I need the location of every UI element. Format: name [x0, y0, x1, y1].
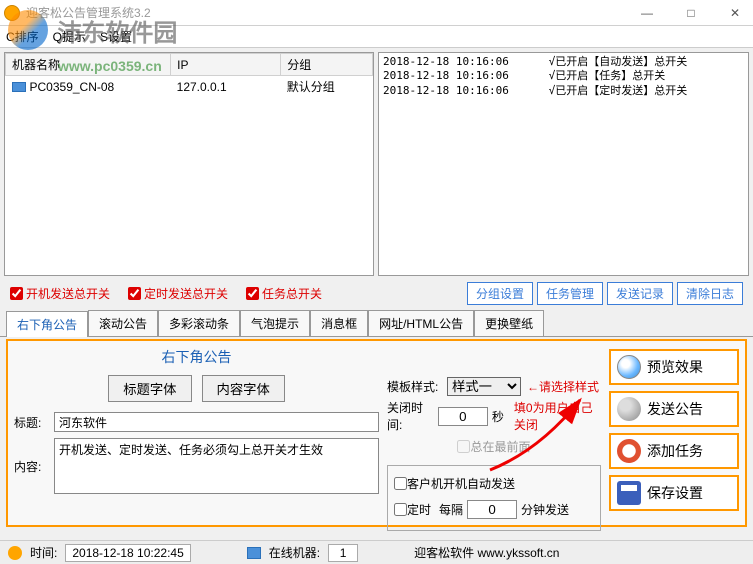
- clear-log-button[interactable]: 清除日志: [677, 282, 743, 305]
- client-autosend-check[interactable]: [394, 477, 407, 490]
- magnifier-icon: [617, 355, 641, 379]
- tab-wallpaper[interactable]: 更换壁纸: [474, 310, 544, 336]
- app-icon: [4, 5, 20, 21]
- menu-hint[interactable]: Q提示: [53, 28, 86, 45]
- window-title: 迎客松公告管理系统3.2: [26, 4, 633, 21]
- tab-bubble[interactable]: 气泡提示: [240, 310, 310, 336]
- cell-group: 默认分组: [281, 76, 373, 98]
- close-time-input[interactable]: [438, 407, 488, 426]
- close-button[interactable]: ✕: [721, 6, 749, 20]
- floppy-icon: [617, 481, 641, 505]
- body-textarea[interactable]: 开机发送、定时发送、任务必须勾上总开关才生效: [54, 438, 379, 494]
- send-button[interactable]: 发送公告: [609, 391, 739, 427]
- label-style: 模板样式:: [387, 378, 447, 395]
- status-time-label: 时间:: [30, 544, 57, 561]
- cell-ip: 127.0.0.1: [171, 76, 281, 98]
- status-time: 2018-12-18 10:22:45: [65, 544, 190, 562]
- task-manage-button[interactable]: 任务管理: [537, 282, 603, 305]
- tabbar: 右下角公告 滚动公告 多彩滚动条 气泡提示 消息框 网址/HTML公告 更换壁纸: [0, 306, 753, 337]
- status-online-count: 1: [328, 544, 358, 562]
- speaker-icon: [617, 397, 641, 421]
- cell-name: PC0359_CN-08: [30, 80, 115, 94]
- close-hint: 填0为用户自己关闭: [514, 399, 601, 433]
- tab-msgbox[interactable]: 消息框: [310, 310, 368, 336]
- status-online-label: 在线机器:: [269, 544, 320, 561]
- statusbar: 时间: 2018-12-18 10:22:45 在线机器: 1 迎客松软件 ww…: [0, 540, 753, 564]
- col-ip[interactable]: IP: [171, 54, 281, 76]
- tab-corner-notice[interactable]: 右下角公告: [6, 311, 88, 337]
- maximize-button[interactable]: □: [677, 6, 705, 20]
- log-line: 2018-12-18 10:16:06 √已开启【任务】总开关: [383, 69, 744, 83]
- machine-table: 机器名称 IP 分组 PC0359_CN-08 127.0.0.1 默认分组: [5, 53, 373, 97]
- save-button[interactable]: 保存设置: [609, 475, 739, 511]
- style-select[interactable]: 样式一: [447, 377, 521, 396]
- topmost-check: [457, 440, 470, 453]
- titlebar: 迎客松公告管理系统3.2 — □ ✕: [0, 0, 753, 26]
- label-close: 关闭时间:: [387, 399, 438, 433]
- status-brand: 迎客松软件 www.ykssoft.cn: [414, 544, 559, 561]
- timed-check[interactable]: [394, 503, 407, 516]
- log-line: 2018-12-18 10:16:06 √已开启【自动发送】总开关: [383, 55, 744, 69]
- style-hint: ←请选择样式: [527, 378, 599, 395]
- menu-sort[interactable]: C排序: [6, 28, 39, 45]
- log-line: 2018-12-18 10:16:06 √已开启【定时发送】总开关: [383, 84, 744, 98]
- body-font-button[interactable]: 内容字体: [202, 375, 285, 402]
- table-row[interactable]: PC0359_CN-08 127.0.0.1 默认分组: [6, 76, 373, 98]
- menubar: C排序 Q提示 S设置: [0, 26, 753, 48]
- check-timedsend[interactable]: 定时发送总开关: [128, 285, 228, 302]
- tab-url-html[interactable]: 网址/HTML公告: [368, 310, 474, 336]
- menu-setting[interactable]: S设置: [100, 28, 132, 45]
- send-log-button[interactable]: 发送记录: [607, 282, 673, 305]
- preview-button[interactable]: 预览效果: [609, 349, 739, 385]
- close-unit: 秒: [492, 408, 504, 425]
- check-autosend[interactable]: 开机发送总开关: [10, 285, 110, 302]
- add-task-button[interactable]: 添加任务: [609, 433, 739, 469]
- check-task[interactable]: 任务总开关: [246, 285, 322, 302]
- col-group[interactable]: 分组: [281, 54, 373, 76]
- status-computer-icon: [247, 547, 261, 559]
- title-input[interactable]: [54, 412, 379, 432]
- interval-input[interactable]: [467, 500, 517, 519]
- label-title: 标题:: [14, 414, 54, 431]
- tab-scroll-notice[interactable]: 滚动公告: [88, 310, 158, 336]
- status-app-icon: [8, 546, 22, 560]
- label-body: 内容:: [14, 458, 54, 475]
- title-font-button[interactable]: 标题字体: [108, 375, 191, 402]
- log-pane[interactable]: 2018-12-18 10:16:06 √已开启【自动发送】总开关 2018-1…: [378, 52, 749, 276]
- machine-list-pane: 机器名称 IP 分组 PC0359_CN-08 127.0.0.1 默认分组: [4, 52, 374, 276]
- group-settings-button[interactable]: 分组设置: [467, 282, 533, 305]
- computer-icon: [12, 82, 26, 92]
- col-name[interactable]: 机器名称: [6, 54, 171, 76]
- tab-color-scroll[interactable]: 多彩滚动条: [158, 310, 240, 336]
- minimize-button[interactable]: —: [633, 6, 661, 20]
- clock-icon: [617, 439, 641, 463]
- section-title: 右下角公告: [14, 347, 379, 367]
